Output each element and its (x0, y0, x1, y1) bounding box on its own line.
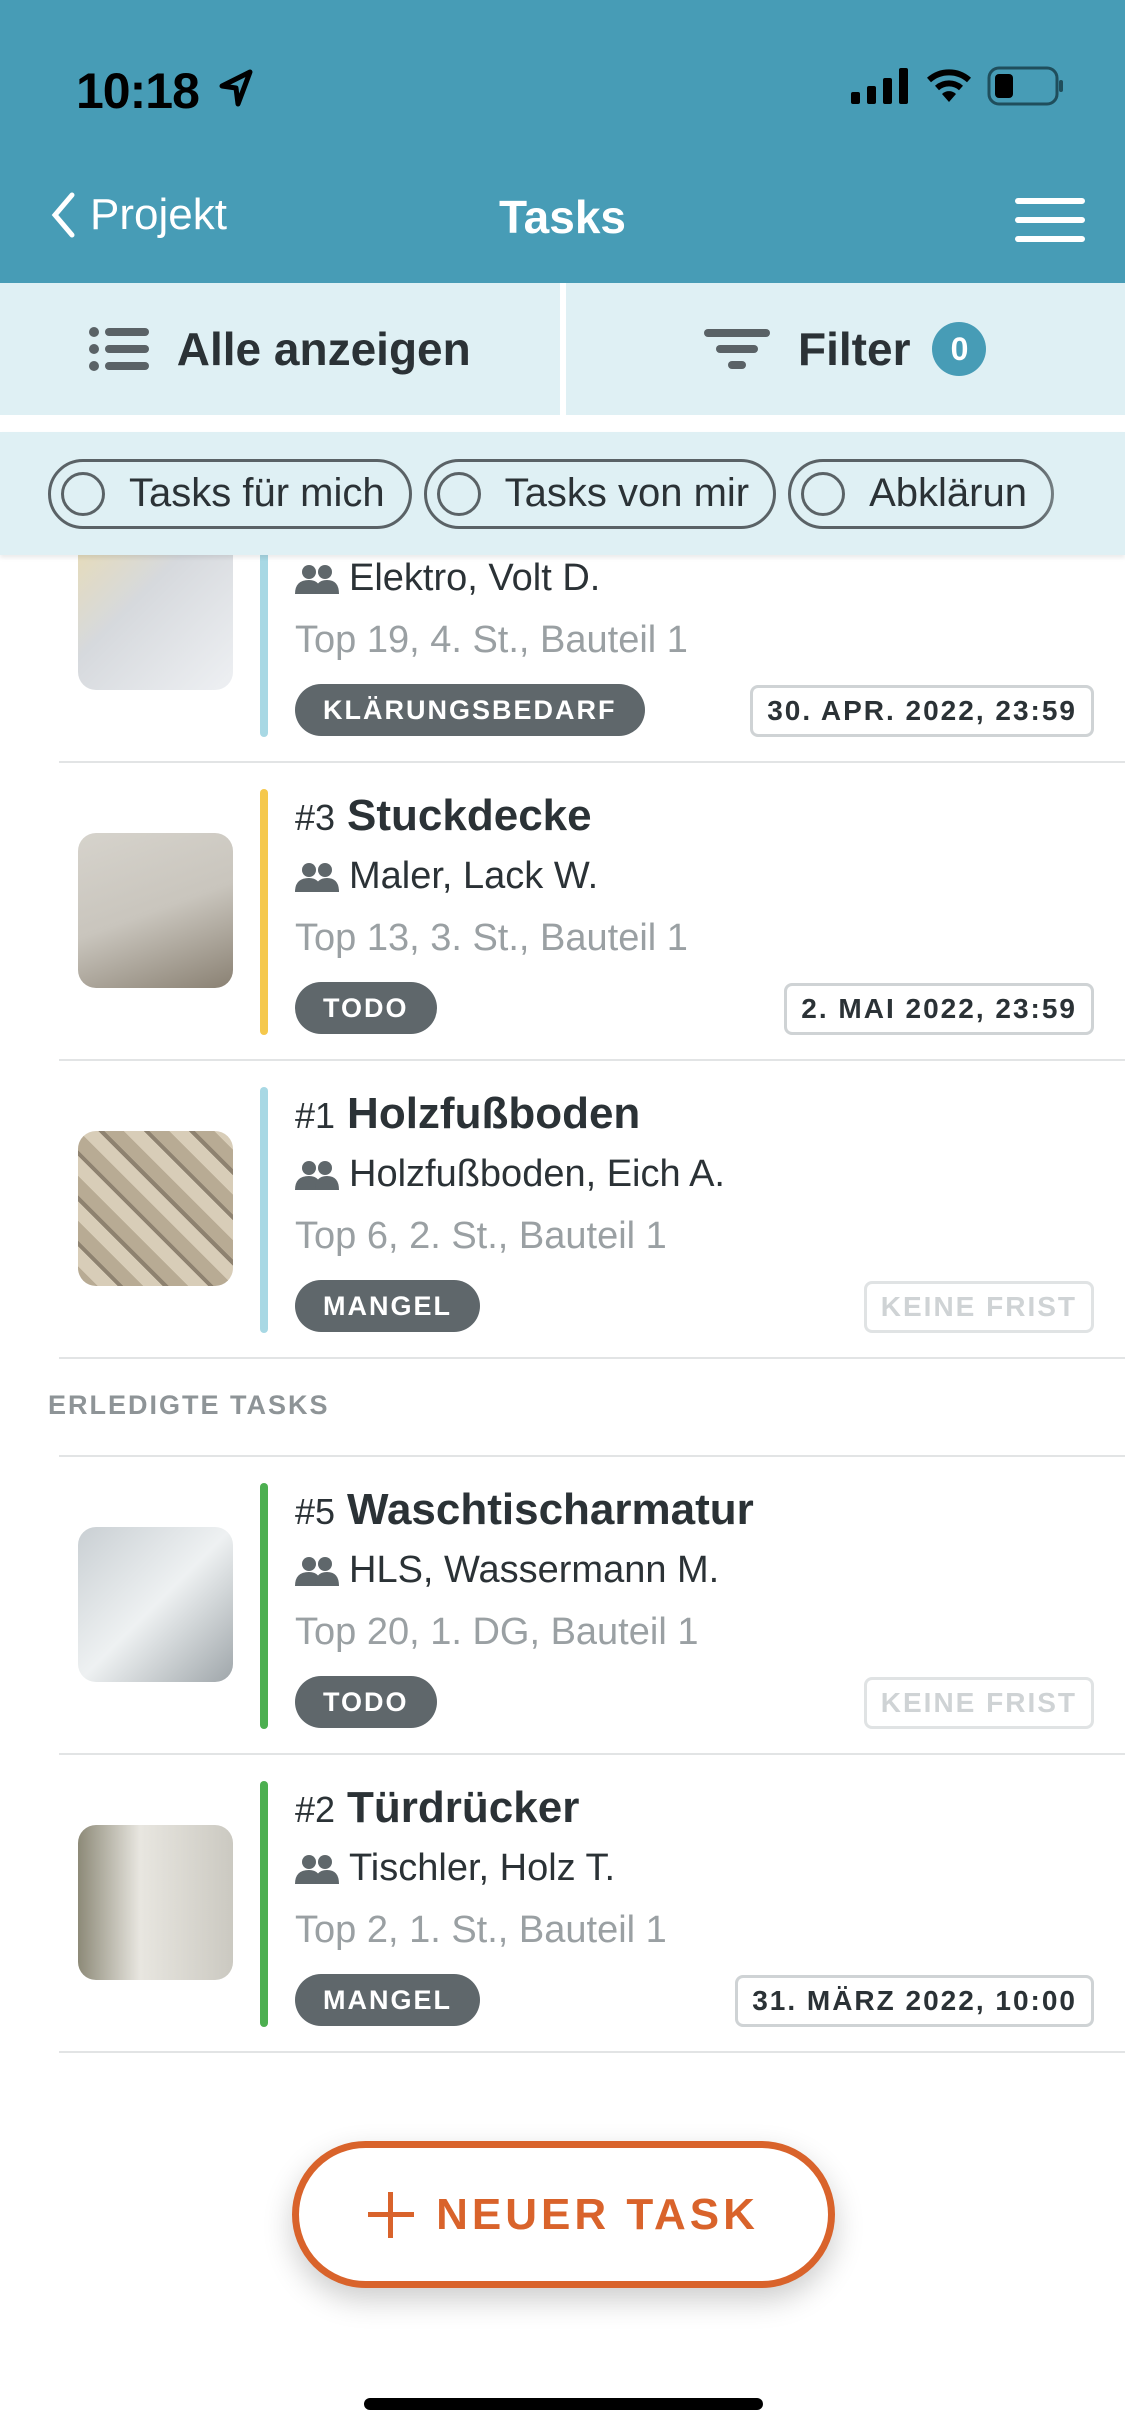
people-icon (295, 1160, 339, 1190)
task-row[interactable]: #1 Holzfußboden Holzfußboden, Eich A. Top… (0, 1061, 1125, 1359)
show-all-label: Alle anzeigen (176, 323, 471, 375)
chip-label: Tasks von mir (504, 471, 750, 515)
due-date: KEINE FRIST (863, 1281, 1094, 1333)
people-icon (295, 1854, 339, 1884)
task-name: Holzfußboden (347, 1089, 641, 1138)
status-bar (260, 789, 268, 1035)
chip-tasks-for-me[interactable]: Tasks für mich (48, 458, 412, 529)
assignee-text: Tischler, Holz T. (349, 1847, 616, 1889)
filter-icon (704, 329, 771, 369)
people-icon (295, 564, 339, 594)
task-title: #2 Türdrücker (295, 1783, 579, 1833)
radio-icon (436, 471, 481, 516)
page-title: Tasks (498, 191, 627, 243)
hamburger-menu-icon[interactable] (1015, 198, 1085, 255)
task-assignee: Maler, Lack W. (295, 855, 598, 898)
list-icon (88, 327, 149, 371)
task-name: Waschtischarmatur (347, 1485, 754, 1534)
due-date: KEINE FRIST (863, 1677, 1094, 1729)
plus-icon (368, 2191, 415, 2238)
task-location: Top 20, 1. DG, Bauteil 1 (295, 1611, 699, 1653)
location-arrow-icon (219, 69, 253, 107)
divider (59, 1455, 1125, 1457)
due-date: 30. APR. 2022, 23:59 (750, 685, 1094, 737)
due-date: 31. MÄRZ 2022, 10:00 (735, 1975, 1094, 2027)
task-name: Türdrücker (347, 1783, 580, 1832)
task-title: #5 Waschtischarmatur (295, 1485, 754, 1535)
assignee-text: Maler, Lack W. (349, 855, 599, 897)
task-thumbnail (78, 833, 233, 988)
quick-filter-chips: Tasks für mich Tasks von mir Abklärun (0, 432, 1125, 555)
task-location: Top 19, 4. St., Bauteil 1 (295, 619, 688, 661)
assignee-text: Elektro, Volt D. (349, 557, 601, 599)
task-number: #2 (295, 1789, 336, 1830)
assignee-text: Holzfußboden, Eich A. (349, 1153, 725, 1195)
status-badge: KLÄRUNGSBEDARF (295, 684, 645, 736)
chip-label: Abklärun (869, 471, 1027, 515)
people-icon (295, 862, 339, 892)
task-row[interactable]: #2 Türdrücker Tischler, Holz T. Top 2, 1.… (0, 1755, 1125, 2053)
app-header: 10:18 Projekt Tasks (0, 0, 1125, 283)
chip-clarification[interactable]: Abklärun (788, 458, 1054, 529)
divider (59, 2051, 1125, 2053)
task-assignee: Holzfußboden, Eich A. (295, 1153, 725, 1196)
task-number: #1 (295, 1095, 336, 1136)
status-badge: MANGEL (295, 1974, 480, 2026)
show-all-button[interactable]: Alle anzeigen (0, 283, 566, 415)
task-thumbnail (78, 1825, 233, 1980)
status-badge: TODO (295, 982, 437, 1034)
battery-icon (987, 66, 1063, 106)
task-number: #5 (295, 1491, 336, 1532)
signal-icon (851, 68, 908, 104)
task-thumbnail (78, 1131, 233, 1286)
new-task-button[interactable]: NEUER TASK (292, 2141, 835, 2288)
status-bar (260, 1087, 268, 1333)
task-location: Top 13, 3. St., Bauteil 1 (295, 917, 688, 959)
due-date: 2. MAI 2022, 23:59 (784, 983, 1094, 1035)
new-task-label: NEUER TASK (436, 2189, 759, 2239)
task-assignee: Tischler, Holz T. (295, 1847, 615, 1890)
task-assignee: Elektro, Volt D. (295, 557, 600, 600)
section-header-done: ERLEDIGTE TASKS (48, 1390, 330, 1420)
task-title: #3 Stuckdecke (295, 791, 592, 841)
radio-icon (61, 471, 105, 516)
task-thumbnail (78, 1527, 233, 1682)
assignee-text: HLS, Wassermann M. (349, 1549, 720, 1591)
radio-icon (801, 471, 846, 516)
task-assignee: HLS, Wassermann M. (295, 1549, 719, 1592)
home-indicator[interactable] (364, 2398, 763, 2410)
status-badge: MANGEL (295, 1280, 480, 1332)
status-bar (260, 1483, 268, 1729)
people-icon (295, 1556, 339, 1586)
toolbar: Alle anzeigen Filter 0 (0, 283, 1125, 423)
filter-count-badge: 0 (932, 322, 987, 376)
chip-tasks-from-me[interactable]: Tasks von mir (423, 458, 777, 529)
wifi-icon (927, 69, 971, 102)
status-bar (260, 1781, 268, 2027)
task-location: Top 6, 2. St., Bauteil 1 (295, 1215, 667, 1257)
task-location: Top 2, 1. St., Bauteil 1 (295, 1909, 667, 1951)
task-number: #3 (295, 797, 336, 838)
task-title: #1 Holzfußboden (295, 1089, 640, 1139)
task-row[interactable]: #5 Waschtischarmatur HLS, Wassermann M. T… (0, 1457, 1125, 1755)
status-time: 10:18 (76, 63, 200, 119)
divider (59, 1357, 1125, 1359)
chip-label: Tasks für mich (129, 471, 385, 515)
filter-button[interactable]: Filter 0 (566, 283, 1125, 415)
status-badge: TODO (295, 1676, 437, 1728)
task-thumbnail (78, 535, 233, 690)
filter-label: Filter (798, 323, 911, 375)
task-name: Stuckdecke (347, 791, 592, 840)
task-row[interactable]: #3 Stuckdecke Maler, Lack W. Top 13, 3. S… (0, 763, 1125, 1061)
